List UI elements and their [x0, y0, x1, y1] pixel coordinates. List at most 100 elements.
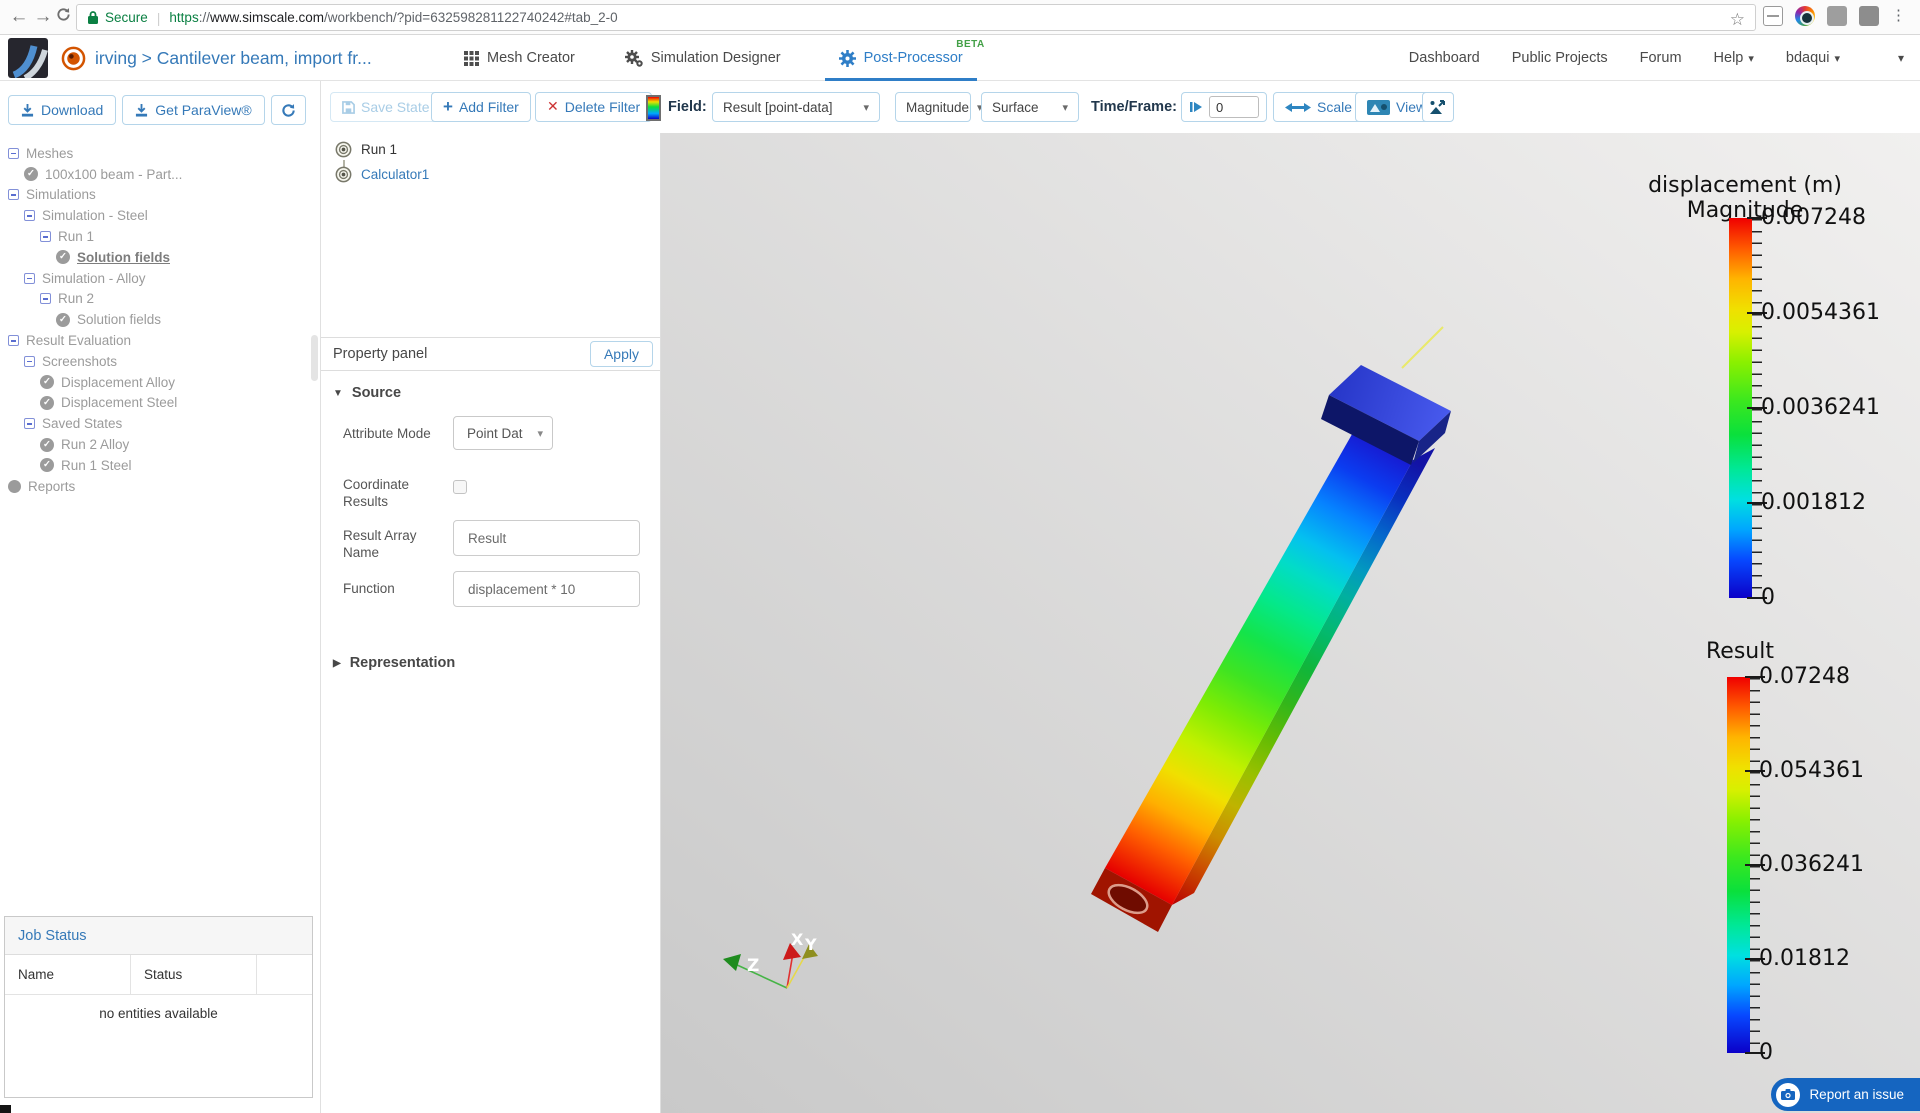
collapse-icon[interactable] — [24, 356, 35, 367]
colormap-icon[interactable] — [646, 95, 661, 121]
header-collapse-icon[interactable]: ▾ — [1898, 51, 1904, 65]
refresh-icon — [56, 7, 71, 22]
extension-icon[interactable] — [1859, 6, 1879, 26]
tree-item-simulation-steel[interactable]: Simulation - Steel — [0, 205, 308, 226]
tree-item-label: Run 1 Steel — [61, 458, 132, 473]
add-filter-button[interactable]: + Add Filter — [431, 92, 531, 122]
nav-forum[interactable]: Forum — [1640, 50, 1682, 66]
attribute-mode-dropdown[interactable]: Point Dat ▾ — [453, 416, 553, 450]
tree-item-reports[interactable]: Reports — [0, 476, 308, 497]
report-issue-label: Report an issue — [1809, 1087, 1904, 1102]
sim-tree: Meshes ✓100x100 beam - Part...Simulations… — [0, 143, 308, 497]
refresh-tree-button[interactable] — [271, 95, 306, 125]
representation-section-header[interactable]: ▶ Representation — [333, 655, 455, 671]
function-input[interactable] — [453, 571, 640, 607]
browser-toolbar: ← → Secure | https://www.simscale.com/wo… — [0, 0, 1920, 35]
collapse-icon[interactable] — [40, 293, 51, 304]
axis-z-label: Z — [747, 956, 759, 976]
collapse-icon[interactable] — [8, 148, 19, 159]
collapse-icon[interactable] — [24, 418, 35, 429]
download-button[interactable]: Download — [8, 95, 116, 125]
tab-post-processor[interactable]: Post-Processor BETA — [825, 35, 977, 81]
time-frame-input[interactable] — [1209, 96, 1259, 118]
visibility-eye-icon[interactable] — [335, 166, 352, 183]
check-icon: ✓ — [24, 167, 38, 181]
tree-item-run-1-steel[interactable]: ✓Run 1 Steel — [0, 455, 308, 476]
nav-help[interactable]: Help▾ — [1714, 50, 1754, 66]
viewport[interactable]: Z X Y displacement (m) Magnitude Result … — [661, 133, 1920, 1113]
component-dropdown[interactable]: Magnitude ▾ — [895, 92, 971, 122]
nav-dashboard[interactable]: Dashboard — [1409, 50, 1480, 66]
header-nav: Dashboard Public Projects Forum Help▾ bd… — [1409, 35, 1904, 81]
tree-item-label: Meshes — [26, 146, 73, 161]
tree-item-screenshots[interactable]: Screenshots — [0, 351, 308, 372]
simscale-logo[interactable] — [8, 38, 48, 78]
component-value: Magnitude — [906, 100, 969, 115]
attribute-mode-label: Attribute Mode — [343, 426, 445, 443]
job-status-empty-text: no entities available — [5, 1006, 312, 1021]
delete-filter-button[interactable]: ✕ Delete Filter — [535, 92, 652, 122]
collapse-icon[interactable] — [24, 210, 35, 221]
collapse-icon[interactable] — [24, 273, 35, 284]
browser-menu-icon[interactable]: ⋮ — [1891, 6, 1906, 26]
tree-item-displacement-alloy[interactable]: ✓Displacement Alloy — [0, 372, 308, 393]
download-icon — [135, 104, 148, 117]
nav-user-menu[interactable]: bdaqui▾ — [1786, 50, 1840, 66]
project-breadcrumb[interactable]: irving > Cantilever beam, import fr... — [95, 48, 372, 69]
tree-item-meshes[interactable]: Meshes — [0, 143, 308, 164]
tree-item-solution-fields[interactable]: ✓Solution fields — [0, 247, 308, 268]
field-dropdown[interactable]: Result [point-data] ▾ — [712, 92, 880, 122]
tab-simulation-designer[interactable]: Simulation Designer — [619, 35, 787, 81]
orientation-axes: Z X Y — [723, 930, 818, 988]
tab-mesh-creator[interactable]: Mesh Creator — [458, 35, 581, 81]
post-processor-gear-icon — [839, 50, 856, 67]
scale-label: Scale — [1317, 99, 1352, 115]
visibility-eye-icon[interactable] — [335, 141, 352, 158]
tree-item-displacement-steel[interactable]: ✓Displacement Steel — [0, 393, 308, 414]
tree-item-result-evaluation[interactable]: Result Evaluation — [0, 330, 308, 351]
representation-dropdown[interactable]: Surface ▾ — [981, 92, 1079, 122]
fit-view-button[interactable] — [1422, 92, 1454, 122]
bookmark-star-icon[interactable]: ☆ — [1730, 10, 1745, 30]
tree-item-label: Saved States — [42, 416, 122, 431]
tree-item-run-2-alloy[interactable]: ✓Run 2 Alloy — [0, 434, 308, 455]
tree-item-label: Run 1 — [58, 229, 94, 244]
report-issue-button[interactable]: Report an issue — [1771, 1078, 1920, 1111]
chevron-down-icon: ▾ — [1054, 101, 1068, 114]
extension-color-wheel-icon[interactable] — [1795, 6, 1815, 26]
save-state-button[interactable]: Save State — [330, 92, 442, 122]
tree-item-run-1[interactable]: Run 1 — [0, 226, 308, 247]
play-icon[interactable] — [1189, 100, 1203, 114]
tree-item-solution-fields[interactable]: ✓Solution fields — [0, 309, 308, 330]
tree-item-simulations[interactable]: Simulations — [0, 185, 308, 206]
address-bar[interactable]: Secure | https://www.simscale.com/workbe… — [76, 4, 1756, 31]
browser-back-button[interactable]: ← — [6, 4, 32, 30]
browser-refresh-button[interactable] — [50, 4, 76, 30]
tree-item-run-2[interactable]: Run 2 — [0, 289, 308, 310]
coordinate-results-checkbox[interactable] — [453, 480, 467, 494]
tree-item-simulation-alloy[interactable]: Simulation - Alloy — [0, 268, 308, 289]
nav-public-projects[interactable]: Public Projects — [1512, 50, 1608, 66]
sidebar-scrollbar[interactable] — [311, 335, 318, 381]
status-chip — [0, 1105, 11, 1113]
legend-label: 0.0036241 — [1761, 395, 1880, 420]
pipeline-item-run-1[interactable]: Run 1 — [335, 137, 397, 161]
extension-icon[interactable] — [1827, 6, 1847, 26]
scale-button[interactable]: Scale — [1273, 92, 1364, 122]
result-array-name-input[interactable] — [453, 520, 640, 556]
grid-icon — [464, 51, 479, 66]
extension-icon[interactable] — [1763, 6, 1783, 26]
get-paraview-button[interactable]: Get ParaView® — [122, 95, 264, 125]
url-domain: www.simscale.com — [210, 10, 324, 25]
check-icon: ✓ — [40, 396, 54, 410]
source-section-header[interactable]: ▼ Source — [333, 385, 401, 401]
collapse-icon[interactable] — [8, 189, 19, 200]
collapse-icon[interactable] — [8, 335, 19, 346]
apply-button[interactable]: Apply — [590, 341, 653, 367]
tree-item-saved-states[interactable]: Saved States — [0, 413, 308, 434]
property-panel-title: Property panel — [333, 346, 427, 362]
tree-item-100x100-beam-part-[interactable]: ✓100x100 beam - Part... — [0, 164, 308, 185]
collapse-icon[interactable] — [40, 231, 51, 242]
dot-icon — [8, 480, 21, 493]
pipeline-item-calculator1[interactable]: Calculator1 — [335, 162, 429, 186]
